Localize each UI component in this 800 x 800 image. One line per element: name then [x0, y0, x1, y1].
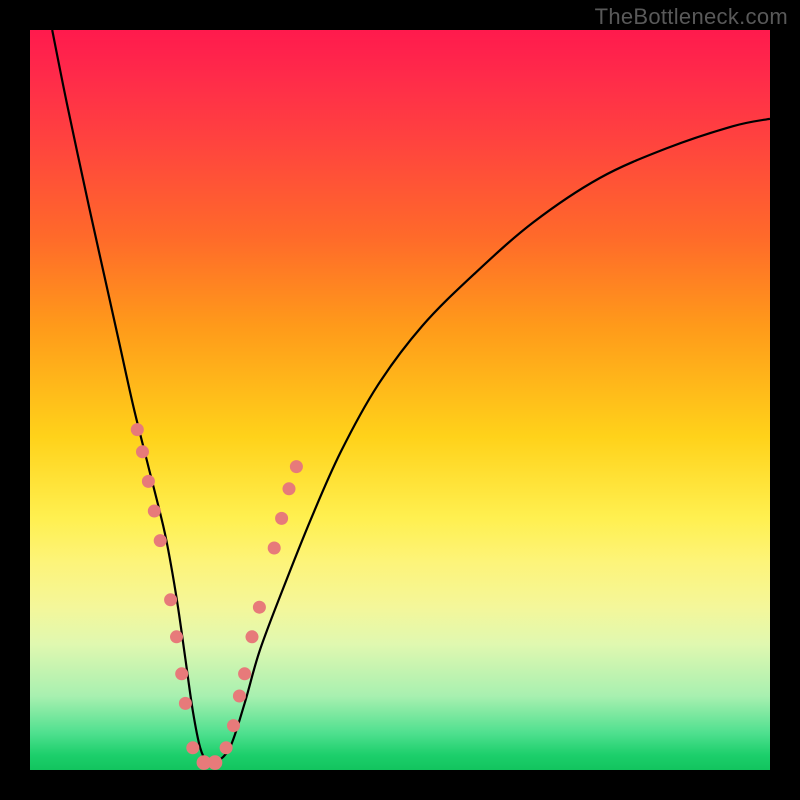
curve-markers — [131, 423, 303, 770]
marker-dot — [175, 667, 188, 680]
marker-dot — [142, 475, 155, 488]
marker-dot — [245, 630, 258, 643]
marker-dot — [208, 755, 223, 770]
marker-dot — [164, 593, 177, 606]
marker-dot — [290, 460, 303, 473]
marker-dot — [148, 504, 161, 517]
marker-dot — [179, 697, 192, 710]
bottleneck-curve — [52, 30, 770, 764]
outer-frame: TheBottleneck.com — [0, 0, 800, 800]
marker-dot — [227, 719, 240, 732]
marker-dot — [233, 689, 246, 702]
chart-svg — [30, 30, 770, 770]
marker-dot — [136, 445, 149, 458]
watermark-text: TheBottleneck.com — [595, 4, 788, 30]
plot-area — [30, 30, 770, 770]
marker-dot — [170, 630, 183, 643]
marker-dot — [253, 601, 266, 614]
marker-dot — [282, 482, 295, 495]
marker-dot — [275, 512, 288, 525]
marker-dot — [154, 534, 167, 547]
marker-dot — [238, 667, 251, 680]
marker-dot — [268, 541, 281, 554]
marker-dot — [131, 423, 144, 436]
marker-dot — [186, 741, 199, 754]
marker-dot — [220, 741, 233, 754]
